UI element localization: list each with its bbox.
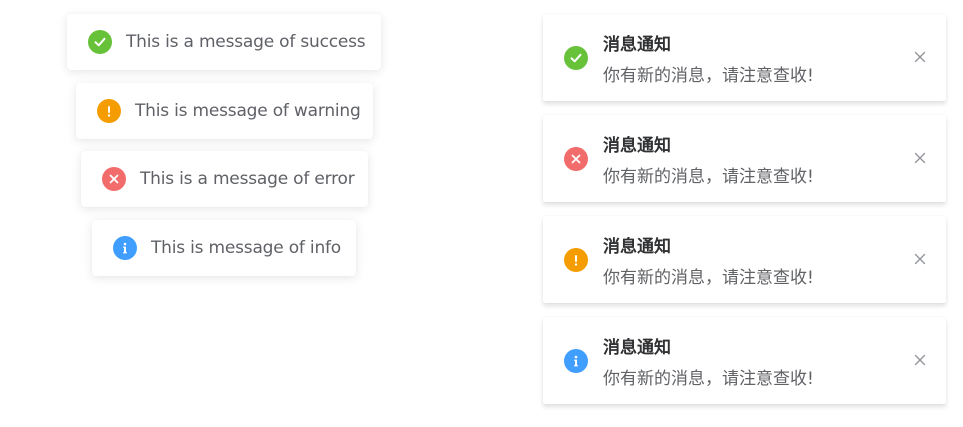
notification-error: 消息通知 你有新的消息，请注意查收! (543, 115, 946, 202)
message-text: This is a message of error (140, 169, 355, 189)
cross-icon (102, 167, 126, 191)
exclamation-icon (564, 248, 588, 272)
notification-body: 你有新的消息，请注意查收! (603, 167, 814, 187)
close-icon[interactable] (914, 354, 926, 366)
message-success: This is a message of success (67, 14, 381, 70)
notification-title: 消息通知 (603, 237, 671, 257)
canvas: This is a message of success This is mes… (0, 0, 963, 427)
message-text: This is a message of success (126, 32, 366, 52)
message-text: This is message of info (151, 238, 342, 258)
message-warning: This is message of warning (76, 83, 373, 139)
exclamation-icon (97, 99, 121, 123)
message-text: This is message of warning (135, 101, 361, 121)
check-icon (88, 30, 112, 54)
notification-title: 消息通知 (603, 35, 671, 55)
notification-success: 消息通知 你有新的消息，请注意查收! (543, 14, 946, 101)
cross-icon (564, 147, 588, 171)
notification-title: 消息通知 (603, 338, 671, 358)
notification-info: 消息通知 你有新的消息，请注意查收! (543, 317, 946, 404)
notification-body: 你有新的消息，请注意查收! (603, 268, 814, 288)
close-icon[interactable] (914, 253, 926, 265)
message-info: This is message of info (92, 220, 356, 276)
check-icon (564, 46, 588, 70)
notification-body: 你有新的消息，请注意查收! (603, 66, 814, 86)
close-icon[interactable] (914, 51, 926, 63)
notification-title: 消息通知 (603, 136, 671, 156)
message-error: This is a message of error (81, 151, 368, 207)
info-icon (564, 349, 588, 373)
notification-warning: 消息通知 你有新的消息，请注意查收! (543, 216, 946, 303)
close-icon[interactable] (914, 152, 926, 164)
notification-body: 你有新的消息，请注意查收! (603, 369, 814, 389)
info-icon (113, 236, 137, 260)
